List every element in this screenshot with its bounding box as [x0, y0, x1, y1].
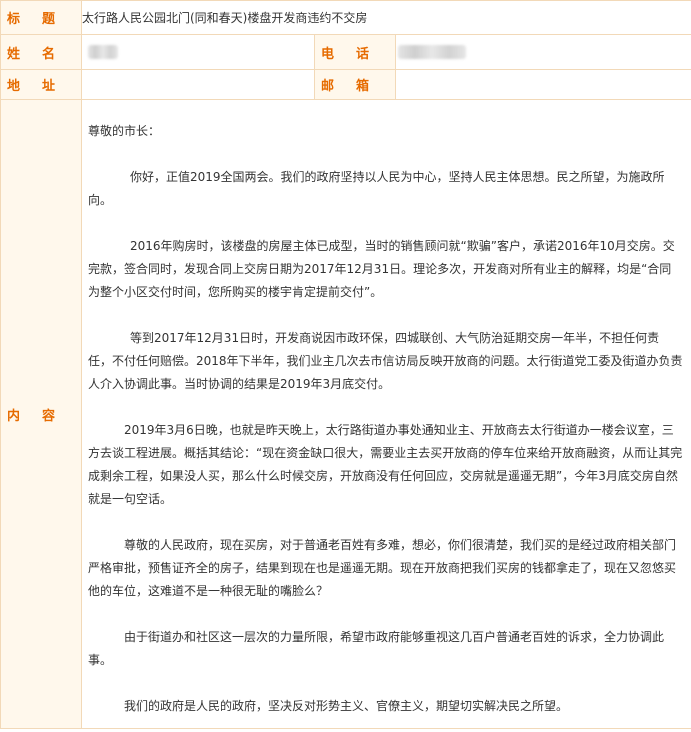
letter-body: 尊敬的市长： 你好，正值2019全国两会。我们的政府坚持以人民为中心，坚持人民主… [82, 100, 691, 728]
name-redacted [88, 45, 118, 60]
title-label: 标题 [0, 0, 82, 35]
name-label: 姓名 [0, 34, 82, 70]
message-table: 标题 太行路人民公园北门(同和春天)楼盘开发商违约不交房 姓名 电话 地址 邮箱… [0, 0, 691, 729]
phone-value [394, 34, 691, 70]
title-row: 标题 太行路人民公园北门(同和春天)楼盘开发商违约不交房 [0, 0, 691, 35]
letter-paragraph: 等到2017年12月31日时，开发商说因市政环保，四城联创、大气防治延期交房一年… [88, 331, 683, 391]
address-label: 地址 [0, 69, 82, 100]
address-email-row: 地址 邮箱 [0, 69, 691, 100]
phone-label: 电话 [314, 34, 396, 70]
title-value: 太行路人民公园北门(同和春天)楼盘开发商违约不交房 [80, 0, 691, 35]
content-value: 尊敬的市长： 你好，正值2019全国两会。我们的政府坚持以人民为中心，坚持人民主… [80, 99, 691, 729]
letter-paragraph: 2016年购房时，该楼盘的房屋主体已成型，当时的销售顾问就“欺骗”客户，承诺20… [88, 239, 675, 299]
content-row: 内容 尊敬的市长： 你好，正值2019全国两会。我们的政府坚持以人民为中心，坚持… [0, 99, 691, 729]
address-value [81, 69, 315, 100]
email-value [394, 69, 691, 100]
letter-paragraph: 尊敬的人民政府，现在买房，对于普通老百姓有多难，想必，你们很清楚，我们买的是经过… [88, 538, 677, 598]
email-label: 邮箱 [314, 69, 396, 100]
name-value [81, 34, 315, 70]
letter-paragraph: 你好，正值2019全国两会。我们的政府坚持以人民为中心，坚持人民主体思想。民之所… [88, 170, 665, 207]
name-phone-row: 姓名 电话 [0, 34, 691, 70]
letter-paragraph: 2019年3月6日晚，也就是昨天晚上，太行路街道办事处通知业主、开放商去太行街道… [88, 423, 683, 506]
content-label: 内容 [0, 99, 82, 729]
letter-greeting: 尊敬的市长： [88, 124, 161, 138]
phone-redacted [398, 45, 466, 60]
letter-paragraph: 我们的政府是人民的政府，坚决反对形势主义、官僚主义，期望切实解决民之所望。 [124, 699, 569, 713]
letter-paragraph: 由于街道办和社区这一层次的力量所限，希望市政府能够重视这几百户普通老百姓的诉求，… [88, 630, 665, 667]
